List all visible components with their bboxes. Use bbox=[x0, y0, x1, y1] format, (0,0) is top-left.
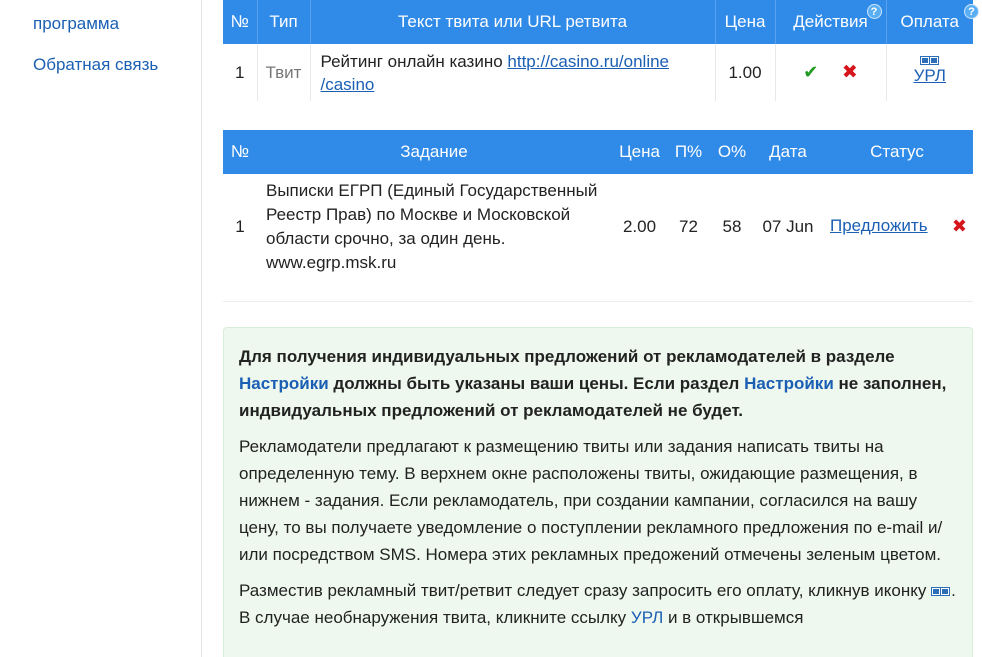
tweet-url-link[interactable]: http://casino.ru/online bbox=[507, 52, 669, 71]
url-link-inline[interactable]: УРЛ bbox=[631, 608, 663, 627]
main-content: № Тип Текст твита или URL ретвита Цена Д… bbox=[223, 0, 979, 657]
info-paragraph-advertisers: Рекламодатели предлагают к размещению тв… bbox=[239, 437, 943, 564]
sidebar-item-program[interactable]: программа bbox=[33, 14, 119, 34]
col-header-price: Цена bbox=[611, 130, 668, 174]
tasks-table: № Задание Цена П% О% Дата Статус 1 Выпис… bbox=[223, 130, 973, 279]
tweet-url-link-cont[interactable]: /casino bbox=[321, 75, 375, 94]
tweets-table: № Тип Текст твита или URL ретвита Цена Д… bbox=[223, 0, 979, 101]
info-box: Для получения индивидуальных предложений… bbox=[223, 327, 973, 657]
tweet-text: Рейтинг онлайн казино http://casino.ru/o… bbox=[310, 44, 716, 101]
col-header-num: № bbox=[223, 130, 257, 174]
propose-link[interactable]: Предложить bbox=[830, 216, 928, 235]
task-price: 2.00 bbox=[622, 216, 657, 236]
info-text: и в открывшемся bbox=[663, 608, 804, 627]
col-header-type: Тип bbox=[257, 0, 311, 44]
payment-request-icon-inline bbox=[931, 587, 951, 596]
col-header-task: Задание bbox=[257, 130, 611, 174]
col-header-status: Статус bbox=[821, 130, 973, 174]
col-header-p-percent: П% bbox=[668, 130, 709, 174]
table-row: 1 Твит Рейтинг онлайн казино http://casi… bbox=[223, 44, 973, 101]
task-date: 07 Jun bbox=[762, 216, 814, 236]
task-status: Предложить ✖ bbox=[821, 174, 973, 279]
task-p-percent: 72 bbox=[679, 216, 698, 236]
col-header-date: Дата bbox=[755, 130, 821, 174]
info-paragraph-payment: Разместив рекламный твит/ретвит следует … bbox=[239, 577, 957, 631]
col-header-actions-label: Действия bbox=[793, 12, 868, 31]
info-text: должны быть указаны ваши цены. Если разд… bbox=[328, 374, 745, 393]
col-header-actions: Действия ? bbox=[775, 0, 887, 44]
divider bbox=[223, 301, 973, 302]
tweet-actions: ✔ ✖ bbox=[775, 44, 887, 101]
sidebar: программа Обратная связь bbox=[0, 0, 202, 657]
payment-url-link[interactable]: УРЛ bbox=[914, 66, 946, 85]
info-text: Для получения индивидуальных предложений… bbox=[239, 347, 895, 366]
tweet-price: 1.00 bbox=[715, 44, 776, 101]
sidebar-item-feedback[interactable]: Обратная связь bbox=[33, 55, 158, 75]
tweet-payment: УРЛ bbox=[886, 44, 973, 101]
tweet-num: 1 bbox=[223, 44, 258, 101]
settings-link[interactable]: Настройки bbox=[239, 374, 329, 393]
tasks-table-header: № Задание Цена П% О% Дата Статус bbox=[223, 130, 973, 174]
tweet-type: Твит bbox=[257, 44, 311, 101]
tweets-table-header: № Тип Текст твита или URL ретвита Цена Д… bbox=[223, 0, 979, 44]
task-num: 1 bbox=[235, 216, 245, 236]
payment-help-icon[interactable]: ? bbox=[964, 4, 979, 19]
payment-request-icon[interactable] bbox=[920, 56, 940, 65]
col-header-payment: Оплата ? bbox=[886, 0, 979, 44]
settings-link-2[interactable]: Настройки bbox=[744, 374, 834, 393]
table-row: 1 Выписки ЕГРП (Единый Государственный Р… bbox=[223, 174, 973, 279]
tweet-text-prefix: Рейтинг онлайн казино bbox=[320, 51, 508, 71]
col-header-price: Цена bbox=[715, 0, 776, 44]
accept-check-icon[interactable]: ✔ bbox=[803, 62, 818, 82]
col-header-text: Текст твита или URL ретвита bbox=[310, 0, 716, 44]
task-reject-cross-icon[interactable]: ✖ bbox=[952, 216, 967, 237]
col-header-o-percent: О% bbox=[709, 130, 755, 174]
col-header-payment-label: Оплата bbox=[900, 12, 959, 31]
task-text: Выписки ЕГРП (Единый Государственный Рее… bbox=[266, 180, 598, 272]
info-paragraph-settings: Для получения индивидуальных предложений… bbox=[239, 343, 957, 424]
col-header-num: № bbox=[223, 0, 258, 44]
actions-help-icon[interactable]: ? bbox=[866, 4, 882, 19]
info-text: Разместив рекламный твит/ретвит следует … bbox=[239, 581, 932, 600]
task-o-percent: 58 bbox=[722, 216, 742, 236]
reject-cross-icon[interactable]: ✖ bbox=[842, 62, 858, 83]
